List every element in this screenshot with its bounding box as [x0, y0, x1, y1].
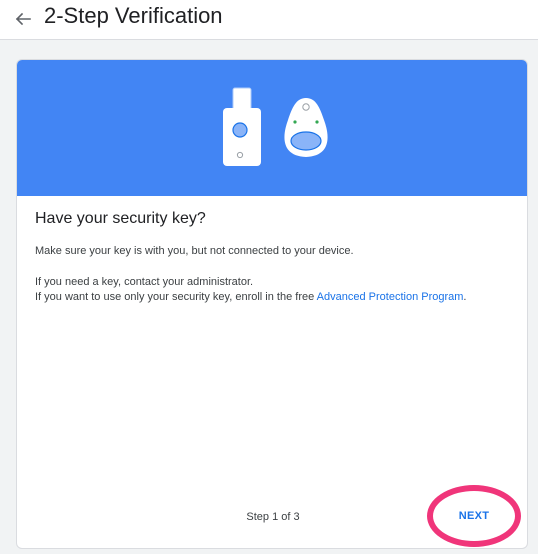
- hero-illustration: [17, 60, 527, 196]
- enroll-text-prefix: If you want to use only your security ke…: [35, 291, 317, 303]
- enroll-text-suffix: .: [463, 291, 467, 303]
- top-app-bar: 2-Step Verification: [0, 0, 538, 40]
- bluetooth-security-key-icon: [284, 98, 328, 157]
- usb-security-key-icon: [223, 87, 261, 166]
- arrow-left-icon: [15, 12, 31, 26]
- instruction-text: Make sure your key is with you, but not …: [35, 245, 354, 257]
- enroll-text: If you want to use only your security ke…: [35, 291, 466, 303]
- security-key-card: Have your security key? Make sure your k…: [16, 59, 528, 549]
- next-button[interactable]: NEXT: [427, 486, 521, 546]
- card-title: Have your security key?: [35, 210, 206, 227]
- admin-contact-text: If you need a key, contact your administ…: [35, 276, 254, 288]
- advanced-protection-link[interactable]: Advanced Protection Program: [317, 291, 464, 303]
- page-title: 2-Step Verification: [44, 3, 223, 28]
- security-keys-illustration: [223, 87, 328, 166]
- back-button[interactable]: [10, 6, 36, 32]
